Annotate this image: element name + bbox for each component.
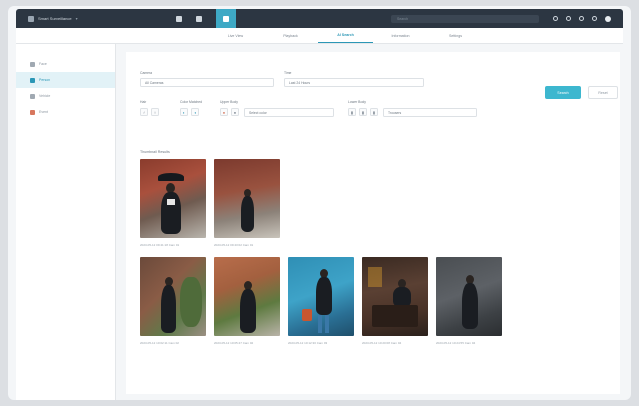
upper-color-other[interactable]: ● xyxy=(231,108,239,116)
result-caption: 2023-05-12 09:41:18 Cam 01 xyxy=(140,243,180,247)
result-thumbnail[interactable] xyxy=(214,257,280,336)
face-icon xyxy=(30,61,35,67)
main-panel: Camera All Cameras Time Last 24 Hours Ha… xyxy=(126,52,620,394)
result-thumbnail[interactable] xyxy=(362,257,428,336)
time-label: Time xyxy=(284,71,292,75)
result-caption: 2023-05-12 10:24:55 Cam 04 xyxy=(436,341,476,345)
top-bar: Smart Surveillance ▾ Search xyxy=(16,9,623,28)
lower-option-2[interactable]: ▮ xyxy=(359,108,367,116)
camera-label: Camera xyxy=(140,71,153,75)
settings-icon[interactable] xyxy=(592,16,597,21)
result-card[interactable]: 2023-05-12 09:41:18 Cam 01 xyxy=(140,159,206,247)
reset-button[interactable]: Reset xyxy=(588,86,618,99)
alarm-icon[interactable] xyxy=(553,16,558,21)
sidebar-item-vehicle[interactable]: Vehicle xyxy=(16,88,115,104)
avatar[interactable] xyxy=(605,15,611,22)
message-icon[interactable] xyxy=(579,16,584,21)
lower-body-label: Lower Body xyxy=(348,100,366,104)
sidebar: Face Person Vehicle Event xyxy=(16,44,116,400)
results-title: Thumbnail Results xyxy=(140,150,170,154)
sidebar-item-person[interactable]: Person xyxy=(16,72,115,88)
upper-body-select[interactable]: Select color xyxy=(244,108,334,117)
sidebar-item-label: Vehicle xyxy=(39,94,51,98)
lower-body-select[interactable]: Trousers xyxy=(383,108,477,117)
hair-label: Hair xyxy=(140,100,147,104)
vehicle-icon xyxy=(30,93,35,99)
ai-search-icon xyxy=(223,15,229,22)
sidebar-item-label: Event xyxy=(39,110,48,114)
result-card[interactable]: 2023-05-12 09:43:02 Cam 01 xyxy=(214,159,280,247)
result-card[interactable]: 2023-05-12 10:24:55 Cam 04 xyxy=(436,257,502,345)
result-card[interactable]: 2023-05-12 10:05:47 Cam 02 xyxy=(214,257,280,345)
sidebar-item-event[interactable]: Event xyxy=(16,104,115,120)
result-thumbnail[interactable] xyxy=(140,257,206,336)
brand[interactable]: Smart Surveillance ▾ xyxy=(28,15,158,22)
hair-option-long[interactable]: ♀ xyxy=(151,108,159,116)
time-select[interactable]: Last 24 Hours xyxy=(284,78,424,87)
grid-icon[interactable] xyxy=(176,15,182,22)
event-icon xyxy=(30,109,35,115)
color-option-1[interactable]: ◐ xyxy=(180,108,188,116)
app-window: Smart Surveillance ▾ Search Live View Pl… xyxy=(8,6,631,400)
ai-search-nav-button[interactable] xyxy=(216,9,236,28)
tab-information[interactable]: Information xyxy=(373,28,428,43)
toolbar xyxy=(553,15,611,22)
top-nav xyxy=(176,9,236,28)
result-caption: 2023-05-12 09:43:02 Cam 01 xyxy=(214,243,254,247)
person-icon xyxy=(30,77,35,83)
tab-live-view[interactable]: Live View xyxy=(208,28,263,43)
result-caption: 2023-05-12 10:05:47 Cam 02 xyxy=(214,341,254,345)
result-caption: 2023-05-12 10:12:30 Cam 03 xyxy=(288,341,328,345)
result-caption: 2023-05-12 10:02:11 Cam 02 xyxy=(140,341,179,345)
search-button[interactable]: Search xyxy=(545,86,581,99)
logo-icon xyxy=(28,15,34,22)
sidebar-item-label: Face xyxy=(39,62,47,66)
tab-settings[interactable]: Settings xyxy=(428,28,483,43)
result-thumbnail[interactable] xyxy=(214,159,280,238)
download-icon[interactable] xyxy=(566,16,571,21)
result-caption: 2023-05-12 10:20:08 Cam 04 xyxy=(362,341,402,345)
sidebar-item-label: Person xyxy=(39,78,51,82)
sidebar-item-face[interactable]: Face xyxy=(16,56,115,72)
hair-option-short[interactable]: ♂ xyxy=(140,108,148,116)
sub-tabs: Live View Playback AI Search Information… xyxy=(16,28,623,44)
upper-color-red[interactable]: ● xyxy=(220,108,228,116)
search-input[interactable]: Search xyxy=(391,14,539,23)
result-thumbnail[interactable] xyxy=(140,159,206,238)
result-thumbnail[interactable] xyxy=(436,257,502,336)
camera-select[interactable]: All Cameras xyxy=(140,78,274,87)
chevron-down-icon: ▾ xyxy=(75,16,78,21)
tab-playback[interactable]: Playback xyxy=(263,28,318,43)
color-matched-label: Color Matched xyxy=(180,100,203,104)
lower-option-3[interactable]: ▮ xyxy=(370,108,378,116)
tab-ai-search[interactable]: AI Search xyxy=(318,28,373,43)
upper-body-label: Upper Body xyxy=(220,100,238,104)
brand-name: Smart Surveillance xyxy=(38,16,72,21)
result-card[interactable]: 2023-05-12 10:12:30 Cam 03 xyxy=(288,257,354,345)
result-card[interactable]: 2023-05-12 10:02:11 Cam 02 xyxy=(140,257,206,345)
result-thumbnail[interactable] xyxy=(288,257,354,336)
result-card[interactable]: 2023-05-12 10:20:08 Cam 04 xyxy=(362,257,428,345)
playback-icon[interactable] xyxy=(196,15,202,22)
lower-option-1[interactable]: ▮ xyxy=(348,108,356,116)
color-option-2[interactable]: ◑ xyxy=(191,108,199,116)
